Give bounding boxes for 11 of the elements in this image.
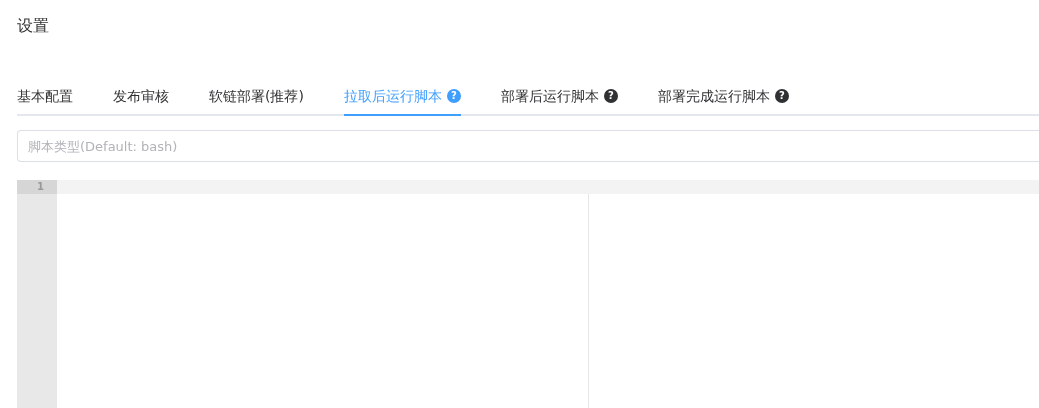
tab[interactable]: 部署后运行脚本 ? xyxy=(500,86,618,116)
page-title: 设置 xyxy=(17,15,50,37)
help-icon: ? xyxy=(774,89,789,103)
tab[interactable]: 发布审核 xyxy=(113,86,169,116)
help-icon: ? xyxy=(446,89,461,103)
tab[interactable]: 软链部署(推荐) xyxy=(209,86,304,116)
script-type-field[interactable]: 脚本类型(Default: bash) xyxy=(17,130,1039,162)
tab[interactable]: 部署完成运行脚本 ? xyxy=(657,86,789,116)
line-number: 1 xyxy=(17,180,57,194)
help-icon: ? xyxy=(603,89,618,103)
tab[interactable]: 基本配置 xyxy=(17,86,73,116)
